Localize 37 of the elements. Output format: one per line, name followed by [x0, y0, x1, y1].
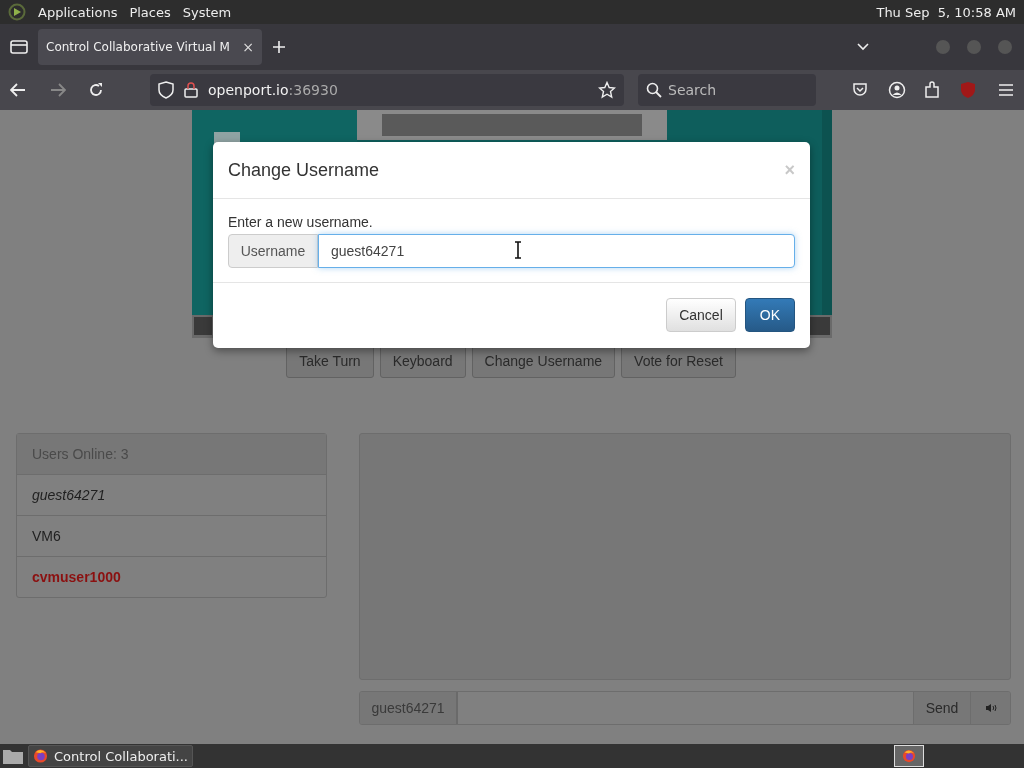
- firefox-icon: [33, 748, 49, 764]
- star-icon[interactable]: [598, 81, 616, 99]
- pocket-icon[interactable]: [852, 82, 868, 98]
- search-icon: [646, 82, 662, 98]
- close-tab-icon[interactable]: ×: [242, 39, 254, 55]
- lock-icon[interactable]: [184, 82, 198, 98]
- clock: Thu Sep 5, 10:58 AM: [876, 4, 1016, 20]
- panel-menu[interactable]: System: [182, 4, 232, 20]
- user-list-item[interactable]: VM6: [17, 516, 326, 557]
- panel-menu[interactable]: Places: [129, 4, 171, 20]
- shield-icon[interactable]: [158, 81, 174, 99]
- cancel-button[interactable]: Cancel: [666, 298, 736, 332]
- account-icon[interactable]: [888, 81, 906, 99]
- tab-overview-icon[interactable]: [10, 39, 28, 55]
- ok-button[interactable]: OK: [744, 298, 795, 332]
- address-field[interactable]: openport.io:36930: [150, 74, 624, 106]
- text-cursor-icon: [514, 241, 522, 259]
- forward-icon[interactable]: [50, 83, 66, 97]
- search-field[interactable]: Search: [638, 74, 816, 106]
- chevron-down-icon[interactable]: [856, 42, 870, 52]
- taskbar-window-button[interactable]: Control Collaborati...: [28, 745, 193, 767]
- distro-logo-icon[interactable]: [8, 3, 26, 21]
- file-manager-icon[interactable]: [2, 747, 24, 765]
- new-tab-icon[interactable]: [272, 40, 286, 54]
- dialog-prompt: Enter a new username.: [228, 214, 374, 230]
- reload-icon[interactable]: [88, 82, 104, 98]
- field-label: Username: [228, 234, 318, 268]
- back-icon[interactable]: [10, 83, 26, 97]
- tray-button[interactable]: [894, 745, 924, 767]
- panel-menu[interactable]: Applications: [38, 4, 118, 20]
- dialog-title: Change Username: [228, 159, 381, 181]
- user-list-item[interactable]: guest64271: [17, 475, 326, 516]
- username-field[interactable]: guest64271: [318, 234, 795, 268]
- menu-icon[interactable]: [998, 83, 1014, 97]
- browser-tab[interactable]: Control Collaborative Virtual M ×: [38, 29, 262, 65]
- puzzle-icon[interactable]: [924, 81, 940, 99]
- firefox-icon: [902, 749, 916, 763]
